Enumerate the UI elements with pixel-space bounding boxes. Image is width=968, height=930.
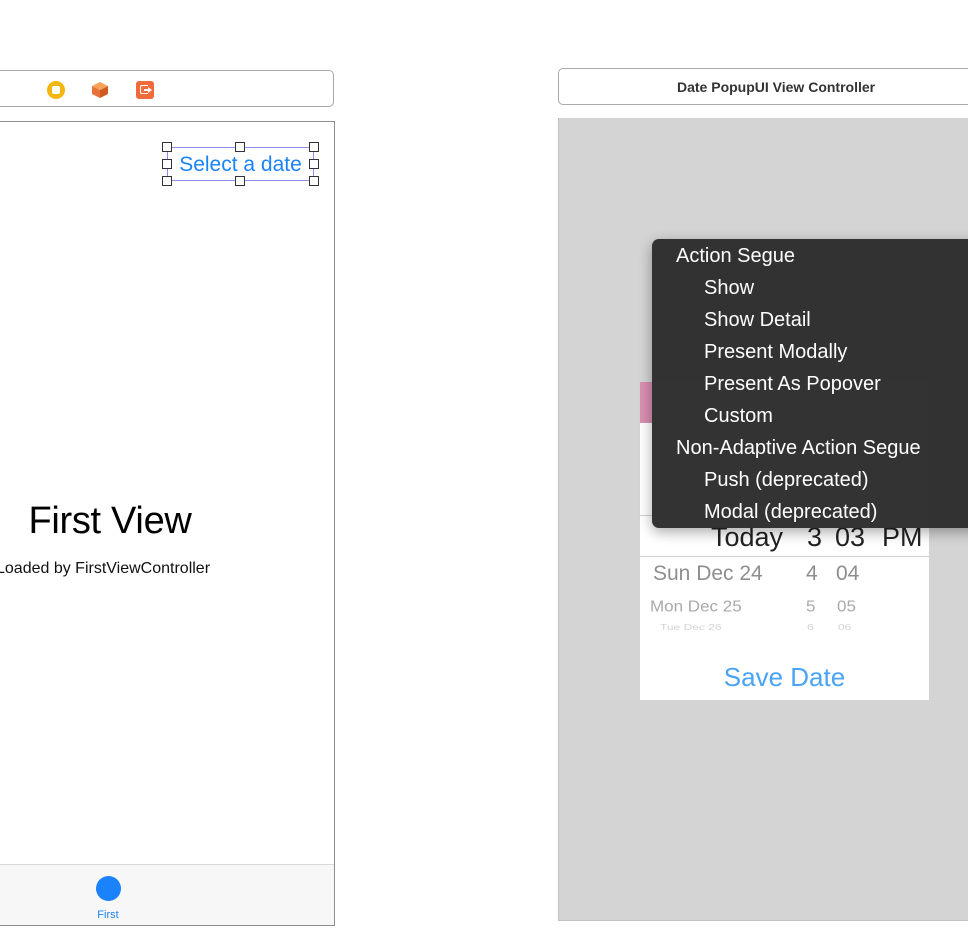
scene-dock-first[interactable] [0, 70, 334, 107]
menu-item-modal-deprecated[interactable]: Modal (deprecated) [652, 496, 877, 528]
menu-header-non-adaptive-segue: Non-Adaptive Action Segue [676, 437, 921, 459]
picker-minute-row[interactable]: 04 [836, 562, 859, 586]
menu-item-show-detail[interactable]: Show Detail [652, 304, 811, 336]
scene-title: Date PopupUI View Controller [677, 79, 876, 95]
picker-minute-row[interactable]: 05 [837, 598, 856, 616]
first-view-subtitle[interactable]: Loaded by FirstViewController [0, 560, 236, 578]
resize-handle-tl[interactable] [162, 142, 172, 152]
picker-hour-row[interactable]: 5 [806, 598, 815, 616]
resize-handle-br[interactable] [309, 176, 319, 186]
picker-day-row[interactable]: Mon Dec 25 [650, 598, 742, 616]
first-responder-cube-icon[interactable] [91, 81, 109, 99]
resize-handle-r[interactable] [309, 159, 319, 169]
resize-handle-bl[interactable] [162, 176, 172, 186]
first-view-title[interactable]: First View [0, 500, 220, 543]
menu-item-present-modally[interactable]: Present Modally [652, 336, 847, 368]
picker-hour-row[interactable]: 6 [807, 622, 814, 632]
resize-handle-t[interactable] [235, 142, 245, 152]
picker-day-row[interactable]: Sun Dec 24 [653, 562, 763, 586]
menu-item-custom[interactable]: Custom [652, 400, 773, 432]
menu-item-show[interactable]: Show [652, 272, 754, 304]
resize-handle-tr[interactable] [309, 142, 319, 152]
exit-icon[interactable] [136, 81, 154, 99]
tab-bar[interactable] [0, 864, 334, 925]
picker-day-row[interactable]: Tue Dec 26 [660, 622, 722, 632]
popup-header-strip [640, 382, 652, 423]
view-controller-icon[interactable] [47, 81, 65, 99]
resize-handle-b[interactable] [235, 176, 245, 186]
menu-item-present-as-popover[interactable]: Present As Popover [652, 368, 881, 400]
menu-header-action-segue: Action Segue [676, 245, 795, 267]
picker-hour-row[interactable]: 4 [806, 562, 818, 586]
segue-context-menu[interactable]: Action Segue Show Show Detail Present Mo… [652, 239, 968, 528]
resize-handle-l[interactable] [162, 159, 172, 169]
tab-first-icon[interactable] [96, 876, 121, 901]
scene-dock-date-popup[interactable]: Date PopupUI View Controller [558, 68, 968, 105]
menu-item-push-deprecated[interactable]: Push (deprecated) [652, 464, 869, 496]
picker-minute-row[interactable]: 06 [838, 622, 851, 632]
save-date-button[interactable]: Save Date [640, 662, 929, 693]
tab-first-label[interactable]: First [88, 909, 128, 921]
picker-selection-line-bottom [640, 556, 929, 557]
